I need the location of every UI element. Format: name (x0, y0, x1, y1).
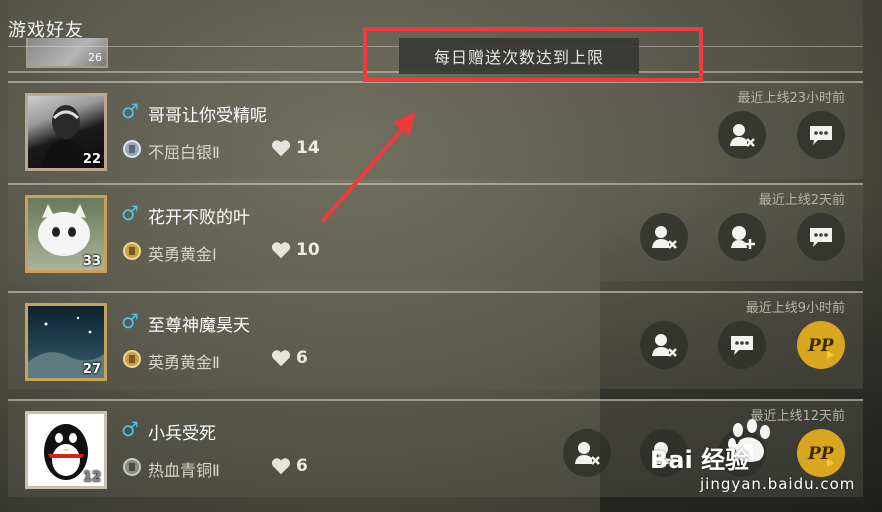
watermark-url: jingyan.baidu.com (700, 475, 856, 493)
watermark-brand: Bai 经验 (650, 446, 750, 474)
